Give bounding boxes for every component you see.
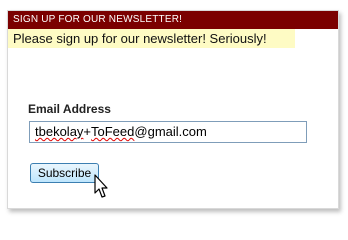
newsletter-panel: SIGN UP FOR OUR NEWSLETTER! Please sign … <box>7 10 339 209</box>
mouse-pointer-icon <box>94 174 108 198</box>
newsletter-title: SIGN UP FOR OUR NEWSLETTER! <box>8 11 338 29</box>
newsletter-notice: Please sign up for our newsletter! Serio… <box>8 29 295 48</box>
email-value-part: ToFeed <box>91 124 135 139</box>
email-field[interactable]: tbekolay+ToFeed@gmail.com <box>29 121 307 143</box>
email-value-part: + <box>83 124 92 139</box>
subscribe-button[interactable]: Subscribe <box>30 163 99 183</box>
email-value-part: tbekolay <box>35 124 84 139</box>
email-label: Email Address <box>28 102 111 116</box>
email-value-part: @gmail.com <box>134 124 207 139</box>
